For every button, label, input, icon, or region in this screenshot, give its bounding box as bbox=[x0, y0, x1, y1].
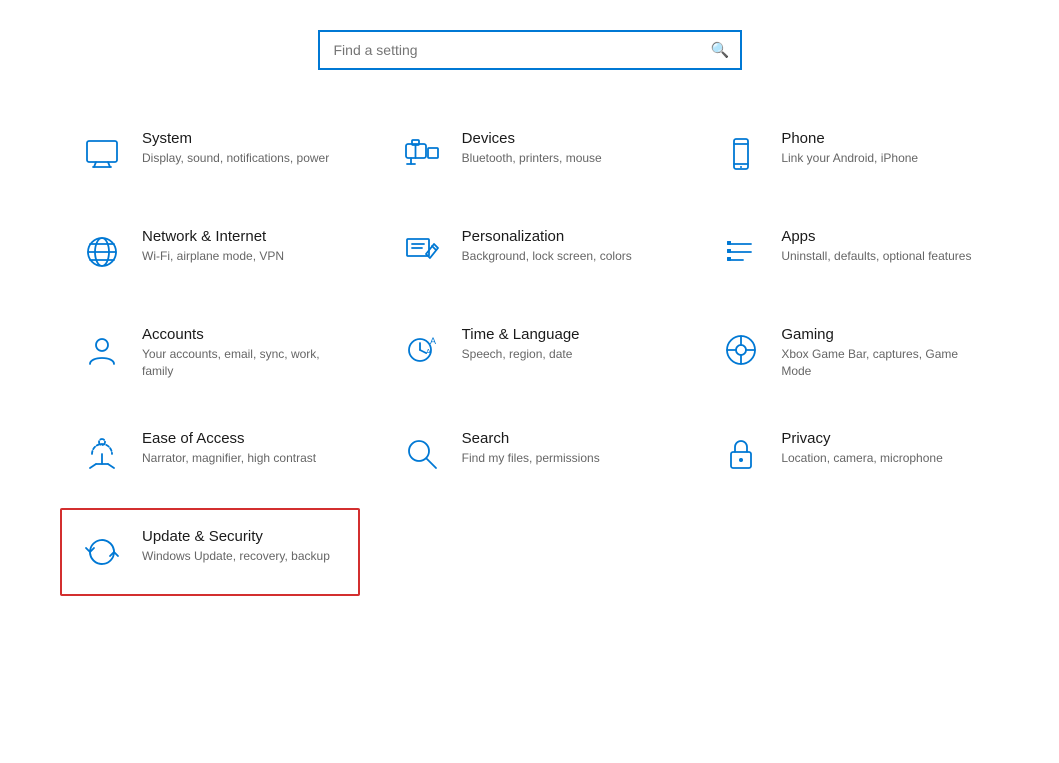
apps-title: Apps bbox=[781, 228, 971, 245]
setting-update[interactable]: Update & Security Windows Update, recove… bbox=[60, 508, 360, 596]
privacy-icon bbox=[717, 430, 765, 478]
devices-text: Devices Bluetooth, printers, mouse bbox=[462, 130, 602, 167]
privacy-text: Privacy Location, camera, microphone bbox=[781, 430, 942, 467]
search-input[interactable] bbox=[318, 30, 742, 70]
network-icon bbox=[78, 228, 126, 276]
system-desc: Display, sound, notifications, power bbox=[142, 150, 329, 167]
time-title: Time & Language bbox=[462, 326, 580, 343]
search-setting-icon bbox=[398, 430, 446, 478]
network-text: Network & Internet Wi-Fi, airplane mode,… bbox=[142, 228, 284, 265]
devices-icon bbox=[398, 130, 446, 178]
ease-desc: Narrator, magnifier, high contrast bbox=[142, 450, 316, 467]
gaming-text: Gaming Xbox Game Bar, captures, Game Mod… bbox=[781, 326, 981, 380]
personalization-desc: Background, lock screen, colors bbox=[462, 248, 632, 265]
network-title: Network & Internet bbox=[142, 228, 284, 245]
accounts-icon bbox=[78, 326, 126, 374]
settings-grid: System Display, sound, notifications, po… bbox=[60, 110, 999, 596]
accounts-desc: Your accounts, email, sync, work, family bbox=[142, 346, 342, 380]
setting-gaming[interactable]: Gaming Xbox Game Bar, captures, Game Mod… bbox=[699, 306, 999, 400]
setting-ease[interactable]: Ease of Access Narrator, magnifier, high… bbox=[60, 410, 360, 498]
setting-search[interactable]: Search Find my files, permissions bbox=[380, 410, 680, 498]
update-icon bbox=[78, 528, 126, 576]
time-desc: Speech, region, date bbox=[462, 346, 580, 363]
devices-title: Devices bbox=[462, 130, 602, 147]
phone-title: Phone bbox=[781, 130, 918, 147]
time-icon: A A bbox=[398, 326, 446, 374]
setting-phone[interactable]: Phone Link your Android, iPhone bbox=[699, 110, 999, 198]
setting-time[interactable]: A A Time & Language Speech, region, date bbox=[380, 306, 680, 400]
settings-page: 🔍 System Display, sound, notifications, … bbox=[0, 0, 1059, 763]
gaming-desc: Xbox Game Bar, captures, Game Mode bbox=[781, 346, 981, 380]
gaming-icon bbox=[717, 326, 765, 374]
update-text: Update & Security Windows Update, recove… bbox=[142, 528, 330, 565]
setting-personalization[interactable]: Personalization Background, lock screen,… bbox=[380, 208, 680, 296]
setting-system[interactable]: System Display, sound, notifications, po… bbox=[60, 110, 360, 198]
accounts-text: Accounts Your accounts, email, sync, wor… bbox=[142, 326, 342, 380]
setting-apps[interactable]: Apps Uninstall, defaults, optional featu… bbox=[699, 208, 999, 296]
ease-text: Ease of Access Narrator, magnifier, high… bbox=[142, 430, 316, 467]
system-text: System Display, sound, notifications, po… bbox=[142, 130, 329, 167]
ease-icon bbox=[78, 430, 126, 478]
system-icon bbox=[78, 130, 126, 178]
accounts-title: Accounts bbox=[142, 326, 342, 343]
update-desc: Windows Update, recovery, backup bbox=[142, 548, 330, 565]
personalization-icon bbox=[398, 228, 446, 276]
phone-text: Phone Link your Android, iPhone bbox=[781, 130, 918, 167]
privacy-desc: Location, camera, microphone bbox=[781, 450, 942, 467]
apps-text: Apps Uninstall, defaults, optional featu… bbox=[781, 228, 971, 265]
search-bar-wrapper: 🔍 bbox=[318, 30, 742, 70]
apps-icon bbox=[717, 228, 765, 276]
personalization-text: Personalization Background, lock screen,… bbox=[462, 228, 632, 265]
apps-desc: Uninstall, defaults, optional features bbox=[781, 248, 971, 265]
setting-network[interactable]: Network & Internet Wi-Fi, airplane mode,… bbox=[60, 208, 360, 296]
phone-icon bbox=[717, 130, 765, 178]
search-title: Search bbox=[462, 430, 600, 447]
search-desc: Find my files, permissions bbox=[462, 450, 600, 467]
system-title: System bbox=[142, 130, 329, 147]
search-text: Search Find my files, permissions bbox=[462, 430, 600, 467]
time-text: Time & Language Speech, region, date bbox=[462, 326, 580, 363]
network-desc: Wi-Fi, airplane mode, VPN bbox=[142, 248, 284, 265]
svg-text:A: A bbox=[430, 336, 436, 346]
privacy-title: Privacy bbox=[781, 430, 942, 447]
devices-desc: Bluetooth, printers, mouse bbox=[462, 150, 602, 167]
ease-title: Ease of Access bbox=[142, 430, 316, 447]
phone-desc: Link your Android, iPhone bbox=[781, 150, 918, 167]
setting-devices[interactable]: Devices Bluetooth, printers, mouse bbox=[380, 110, 680, 198]
personalization-title: Personalization bbox=[462, 228, 632, 245]
svg-text:A: A bbox=[426, 349, 431, 356]
setting-accounts[interactable]: Accounts Your accounts, email, sync, wor… bbox=[60, 306, 360, 400]
gaming-title: Gaming bbox=[781, 326, 981, 343]
update-title: Update & Security bbox=[142, 528, 330, 545]
setting-privacy[interactable]: Privacy Location, camera, microphone bbox=[699, 410, 999, 498]
